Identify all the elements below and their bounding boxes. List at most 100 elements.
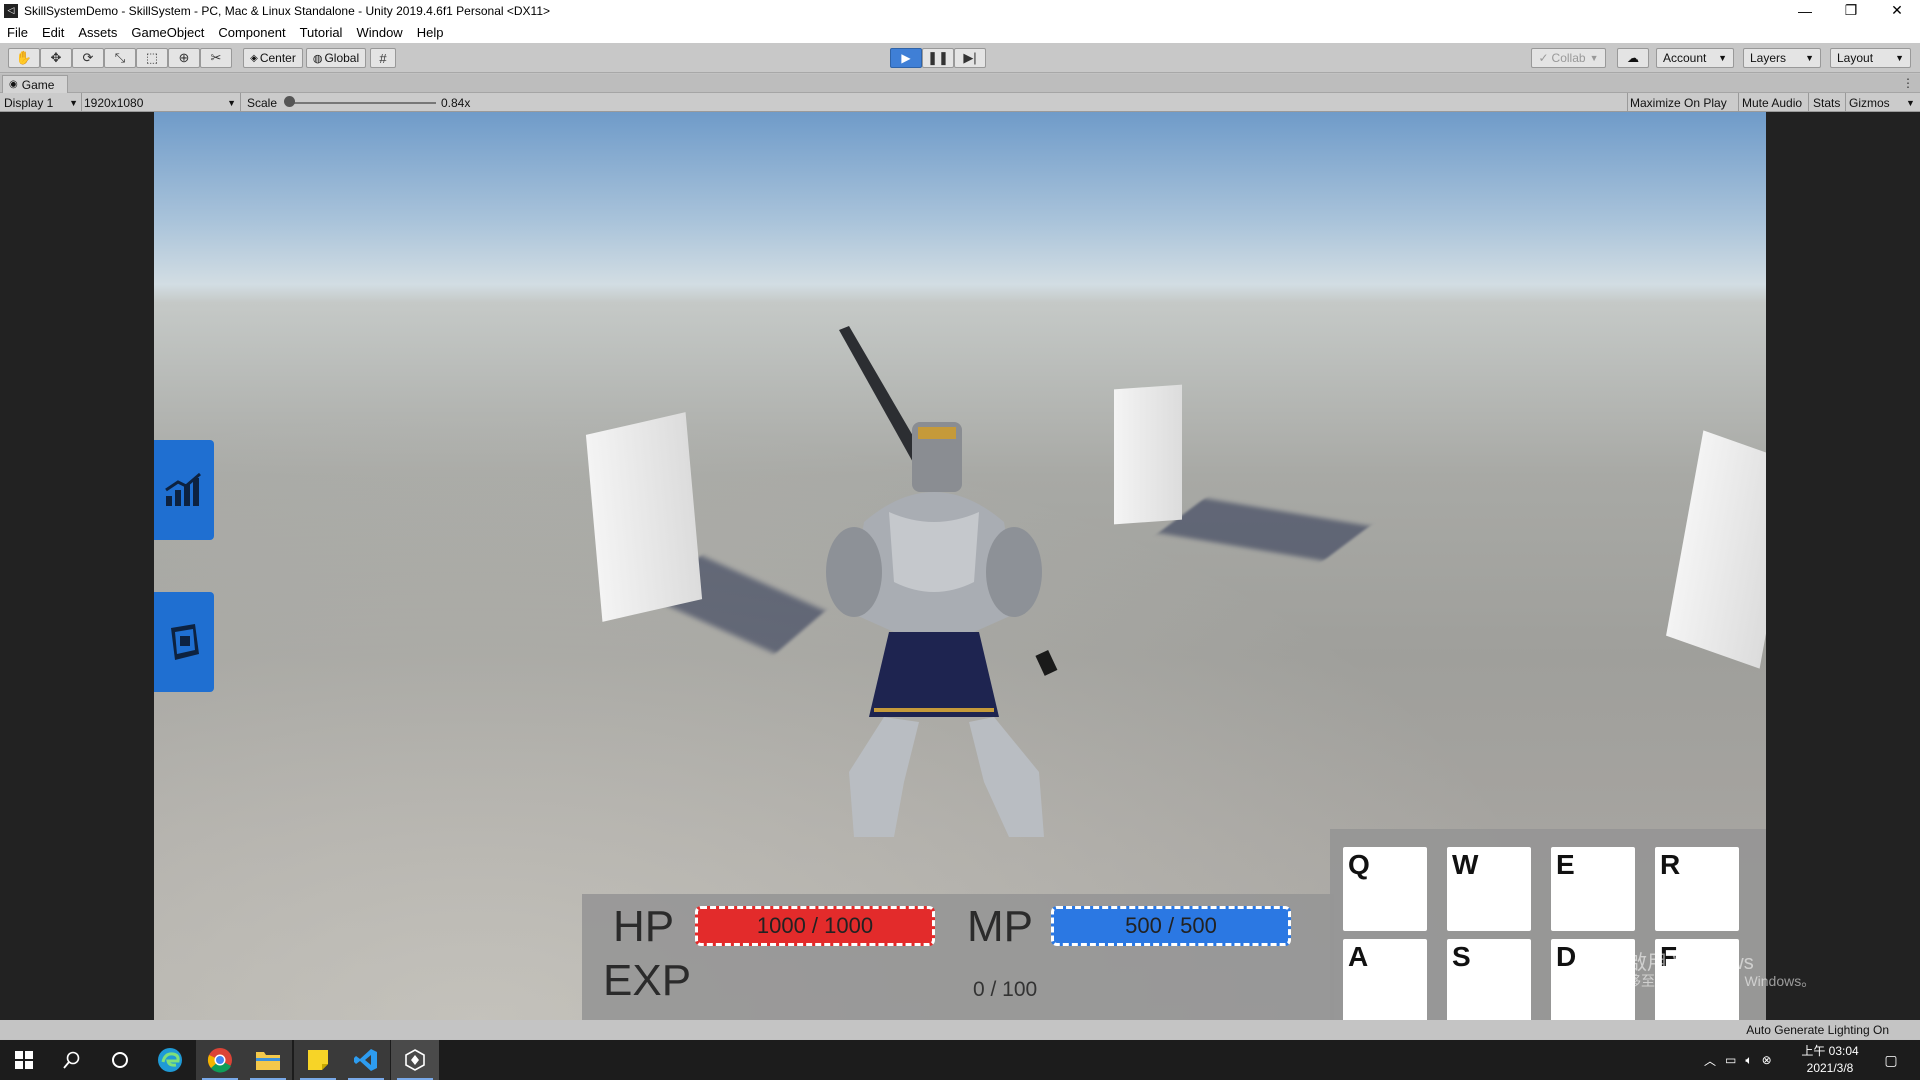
tab-game[interactable]: ◉ Game <box>2 75 68 93</box>
chevron-down-icon: ▼ <box>227 97 236 108</box>
game-view-toolbar: Display 1 ▼ 1920x1080 ▼ Scale 0.84x Maxi… <box>0 93 1920 112</box>
hp-value: 1000 / 1000 <box>756 913 874 938</box>
chrome-icon <box>207 1048 232 1073</box>
sticky-notes-icon <box>308 1050 328 1070</box>
minimize-button[interactable]: — <box>1782 0 1828 21</box>
grid-snap-button[interactable]: # <box>370 48 396 68</box>
collab-label: Collab <box>1551 51 1586 65</box>
skill-slot-s[interactable]: S <box>1447 939 1531 1020</box>
skill-key: S <box>1452 941 1471 972</box>
sticky-notes-button[interactable] <box>294 1040 342 1080</box>
divider <box>240 93 241 112</box>
hand-tool-button[interactable]: ✋ <box>8 48 40 68</box>
menu-file[interactable]: File <box>0 25 35 40</box>
skill-slots-panel: Q W E R A S D F <box>1330 829 1766 1020</box>
skill-slot-e[interactable]: E <box>1551 847 1635 931</box>
pivot-rotation-button[interactable]: ◍ Global <box>306 48 366 68</box>
chevron-up-icon[interactable]: ︿ <box>1704 1052 1716 1069</box>
skill-book-button[interactable] <box>154 592 214 692</box>
vscode-button[interactable] <box>342 1040 390 1080</box>
pivot-mode-button[interactable]: ◈ Center <box>243 48 303 68</box>
menu-help[interactable]: Help <box>410 25 451 40</box>
rotate-tool-button[interactable]: ⟳ <box>72 48 104 68</box>
menu-gameobject[interactable]: GameObject <box>124 25 211 40</box>
restore-button[interactable]: ❐ <box>1828 0 1874 21</box>
taskbar-clock[interactable]: 上午 03:04 2021/3/8 <box>1790 1043 1870 1077</box>
tab-options-icon[interactable]: ⋮ <box>1902 76 1914 90</box>
skill-key: A <box>1348 941 1369 972</box>
mp-label: MP <box>967 902 1033 951</box>
custom-tool-button[interactable]: ✂ <box>200 48 232 68</box>
skill-slot-q[interactable]: Q <box>1343 847 1427 931</box>
chevron-down-icon: ▼ <box>69 97 78 108</box>
mp-bar: 500 / 500 <box>1051 906 1291 946</box>
menu-tutorial[interactable]: Tutorial <box>293 25 350 40</box>
clock-date: 2021/3/8 <box>1806 1061 1854 1075</box>
space-label: Global <box>324 51 360 65</box>
main-toolbar: ✋ ✥ ⟳ ⤡ ⬚ ⊕ ✂ ◈ Center ◍ Global # ▶ ❚❚ ▶… <box>0 43 1920 73</box>
chevron-down-icon: ▼ <box>1895 53 1904 63</box>
check-icon: ✓ <box>1538 51 1549 65</box>
network-icon[interactable]: ▭ <box>1725 1053 1736 1067</box>
menu-assets[interactable]: Assets <box>71 25 124 40</box>
skill-slot-a[interactable]: A <box>1343 939 1427 1020</box>
chevron-down-icon: ▼ <box>1805 53 1814 63</box>
status-bar: Auto Generate Lighting On <box>0 1020 1920 1039</box>
mp-value: 500 / 500 <box>1125 913 1217 938</box>
stats-toggle[interactable]: Stats <box>1813 93 1840 112</box>
scale-tool-button[interactable]: ⤡ <box>104 48 136 68</box>
play-icon: ▶ <box>901 51 911 65</box>
search-button[interactable] <box>48 1040 96 1080</box>
collab-button[interactable]: ✓ Collab ▼ <box>1531 48 1606 68</box>
mute-audio-toggle[interactable]: Mute Audio <box>1742 93 1802 112</box>
account-dropdown[interactable]: Account ▼ <box>1656 48 1734 68</box>
move-tool-button[interactable]: ✥ <box>40 48 72 68</box>
display-dropdown[interactable]: Display 1 ▼ <box>4 93 78 112</box>
skill-key: W <box>1452 849 1479 880</box>
cloud-icon: ☁ <box>1627 51 1639 65</box>
gizmos-toggle[interactable]: Gizmos <box>1849 93 1890 112</box>
file-explorer-button[interactable] <box>244 1040 292 1080</box>
system-tray: ︿ ▭ 🔈︎ ⊗ <box>1704 1040 1772 1080</box>
close-button[interactable]: ✕ <box>1874 0 1920 21</box>
layers-label: Layers <box>1750 51 1787 65</box>
scale-slider-track[interactable] <box>288 102 436 104</box>
layout-dropdown[interactable]: Layout ▼ <box>1830 48 1911 68</box>
stats-button[interactable] <box>154 440 214 540</box>
skill-key: E <box>1556 849 1575 880</box>
start-button[interactable] <box>0 1040 48 1080</box>
step-button[interactable]: ▶| <box>954 48 986 68</box>
ime-icon[interactable]: ⊗ <box>1762 1053 1772 1067</box>
unity-button[interactable] <box>391 1040 439 1080</box>
cortana-button[interactable] <box>96 1040 144 1080</box>
transform-tool-button[interactable]: ⊕ <box>168 48 200 68</box>
scale-label: Scale <box>247 95 278 110</box>
layers-dropdown[interactable]: Layers ▼ <box>1743 48 1821 68</box>
windows-taskbar: ︿ ▭ 🔈︎ ⊗ 上午 03:04 2021/3/8 ▢ <box>0 1040 1920 1080</box>
cloud-button[interactable]: ☁ <box>1617 48 1649 68</box>
skill-slot-w[interactable]: W <box>1447 847 1531 931</box>
skill-slot-r[interactable]: R <box>1655 847 1739 931</box>
pause-icon: ❚❚ <box>927 50 949 65</box>
tab-row: ◉ Game ⋮ <box>0 74 1920 93</box>
activation-watermark-text: 移至 [設定] 以啟用 Windows。 <box>1627 973 1816 989</box>
skill-slot-d[interactable]: D <box>1551 939 1635 1020</box>
hp-label: HP <box>613 902 675 951</box>
chevron-down-icon[interactable]: ▼ <box>1906 93 1915 112</box>
menu-component[interactable]: Component <box>211 25 292 40</box>
volume-icon[interactable]: 🔈︎ <box>1745 1053 1752 1068</box>
menu-window[interactable]: Window <box>349 25 409 40</box>
scale-slider-handle[interactable] <box>284 96 295 107</box>
notifications-button[interactable]: ▢ <box>1876 1040 1906 1080</box>
pivot-label: Center <box>259 51 296 65</box>
play-button[interactable]: ▶ <box>890 48 922 68</box>
tab-game-label: Game <box>21 77 55 92</box>
chrome-button[interactable] <box>196 1040 244 1080</box>
game-viewport[interactable]: HP 1000 / 1000 MP 500 / 500 EXP 0 / 100 … <box>154 112 1766 1020</box>
rect-tool-button[interactable]: ⬚ <box>136 48 168 68</box>
pause-button[interactable]: ❚❚ <box>922 48 954 68</box>
edge-button[interactable] <box>146 1040 194 1080</box>
maximize-on-play-toggle[interactable]: Maximize On Play <box>1630 93 1727 112</box>
menu-edit[interactable]: Edit <box>35 25 71 40</box>
resolution-dropdown[interactable]: 1920x1080 ▼ <box>84 93 236 112</box>
